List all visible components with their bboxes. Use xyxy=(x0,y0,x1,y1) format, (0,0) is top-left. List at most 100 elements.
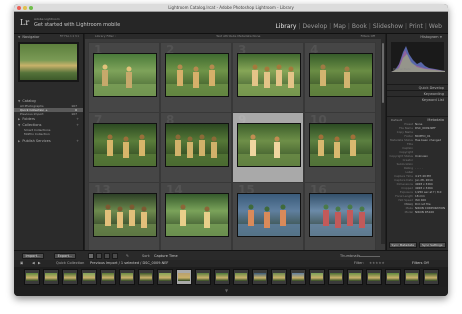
painter-icon[interactable]: ✎ xyxy=(126,254,129,258)
add-publish-service-icon[interactable]: + xyxy=(76,138,79,144)
grid-cell[interactable]: 8 xyxy=(160,112,232,184)
grid-cell[interactable]: 13 xyxy=(88,182,160,254)
photo-content xyxy=(166,64,228,96)
grid-cell[interactable]: 16 xyxy=(304,182,376,254)
photo-thumbnail[interactable] xyxy=(93,193,157,237)
metadata-row[interactable]: Model NIKON D5100 xyxy=(387,210,448,214)
navigator-preview[interactable] xyxy=(18,42,79,82)
filmstrip-thumbnail[interactable] xyxy=(81,269,97,285)
secondary-display-icon[interactable]: ▣ xyxy=(20,260,23,267)
photo-thumbnail[interactable] xyxy=(93,53,157,97)
module-print[interactable]: Print xyxy=(407,23,425,30)
module-picker: Library | Develop | Map | Book | Slideshow | … xyxy=(273,20,444,32)
expand-triangle-icon: ▼ xyxy=(18,35,21,39)
module-library[interactable]: Library xyxy=(273,23,298,30)
lightroom-logo: Lr xyxy=(20,18,30,27)
filmstrip-thumbnail[interactable] xyxy=(328,269,344,285)
module-web[interactable]: Web xyxy=(427,23,444,30)
grid-scrollbar[interactable] xyxy=(381,39,385,244)
loupe-view-icon[interactable] xyxy=(96,253,102,259)
grid-cell[interactable]: 2 xyxy=(160,42,232,114)
navigator-zoom-options[interactable]: FIT FILL 1:1 3:1 xyxy=(60,34,79,40)
filmstrip-thumbnail[interactable] xyxy=(404,269,420,285)
filmstrip-back-icon[interactable]: ◀ xyxy=(32,260,35,267)
photo-thumbnail[interactable] xyxy=(165,53,229,97)
photo-thumbnail[interactable] xyxy=(309,53,373,97)
filmstrip-thumbnail-image xyxy=(102,273,114,281)
filmstrip-thumbnail[interactable] xyxy=(214,269,230,285)
filmstrip-thumbnail[interactable] xyxy=(100,269,116,285)
photo-thumbnail[interactable] xyxy=(165,193,229,237)
photo-thumbnail[interactable] xyxy=(309,123,373,167)
sort-dropdown[interactable]: Capture Time xyxy=(154,254,178,258)
filmstrip-thumbnail[interactable] xyxy=(385,269,401,285)
quick-develop-label: Quick Develop xyxy=(418,86,444,90)
module-map[interactable]: Map xyxy=(331,23,348,30)
filmstrip-thumbnail[interactable] xyxy=(347,269,363,285)
photo-thumbnail[interactable] xyxy=(309,193,373,237)
filmstrip-thumbnail[interactable] xyxy=(119,269,135,285)
compare-view-icon[interactable] xyxy=(104,253,110,259)
filmstrip-forward-icon[interactable]: ▶ xyxy=(38,260,41,267)
photo-thumbnail[interactable] xyxy=(237,193,301,237)
collection-item-mopho[interactable]: MoPho Collection xyxy=(14,132,83,136)
photo-thumbnail[interactable] xyxy=(165,123,229,167)
photo-thumbnail[interactable] xyxy=(237,53,301,97)
grid-scrollbar-thumb[interactable] xyxy=(382,43,384,103)
photo-content xyxy=(310,134,372,166)
publish-services-header[interactable]: ▶ Publish Services + xyxy=(14,138,83,144)
filmstrip-thumbnail[interactable] xyxy=(176,269,192,285)
grid-view-icon[interactable] xyxy=(88,253,94,259)
filmstrip-thumbnail[interactable] xyxy=(43,269,59,285)
filmstrip-thumbnail[interactable] xyxy=(233,269,249,285)
histogram: Original Photo xyxy=(391,42,445,72)
grid-cell[interactable]: 4 xyxy=(304,42,376,114)
navigator-header[interactable]: ▼ Navigator FIT FILL 1:1 3:1 xyxy=(14,34,83,40)
filmstrip-thumbnail[interactable] xyxy=(252,269,268,285)
window-title: Lightroom Catalog.lrcat - Adobe Photosho… xyxy=(168,5,294,10)
sync-metadata-button[interactable]: Sync Metadata xyxy=(389,242,417,248)
filmstrip-thumbnail-image xyxy=(406,273,418,281)
collapse-triangle-icon: ▶ xyxy=(18,139,21,143)
survey-view-icon[interactable] xyxy=(112,253,118,259)
grid-cell[interactable]: 10 xyxy=(304,112,376,184)
module-develop[interactable]: Develop xyxy=(300,23,329,30)
module-slideshow[interactable]: Slideshow xyxy=(371,23,405,30)
import-button[interactable]: Import... xyxy=(22,253,44,259)
filmstrip-thumbnail[interactable] xyxy=(271,269,287,285)
rating-filter-stars[interactable]: ★★★★★ xyxy=(369,260,385,267)
identity-mobile-link[interactable]: Get started with Lightroom mobile xyxy=(34,22,120,28)
filmstrip-thumbnail[interactable] xyxy=(24,269,40,285)
filmstrip-thumbnail[interactable] xyxy=(366,269,382,285)
source-path[interactable]: Previous Import / 1 selected / DSC_0009.… xyxy=(90,260,168,267)
sync-settings-button[interactable]: Sync Settings xyxy=(418,242,446,248)
collection-item-label: MoPho Collection xyxy=(24,132,50,136)
filmstrip-thumbnail[interactable] xyxy=(290,269,306,285)
grid-cell[interactable]: 1 xyxy=(88,42,160,114)
filmstrip-thumbnail[interactable] xyxy=(138,269,154,285)
quick-collection-label[interactable]: Quick Collection xyxy=(56,260,84,267)
grid-cell[interactable]: 14 xyxy=(160,182,232,254)
collapse-triangle-icon: ▶ xyxy=(18,117,21,121)
filmstrip-thumbnail[interactable] xyxy=(309,269,325,285)
grid-cell[interactable]: 3 xyxy=(232,42,304,114)
library-filter-options[interactable]: Text Attribute Metadata None xyxy=(216,34,260,39)
grid-cell[interactable]: 7 xyxy=(88,112,160,184)
module-book[interactable]: Book xyxy=(350,23,369,30)
grid-cell[interactable]: 9 xyxy=(232,112,304,184)
thumbnail-size-slider[interactable] xyxy=(360,256,380,257)
filmstrip-thumbnail-image xyxy=(45,273,57,281)
photo-thumbnail[interactable] xyxy=(93,123,157,167)
collapse-bottom-panel-icon[interactable]: ▼ xyxy=(225,288,228,293)
library-filter-preset[interactable]: Filters Off xyxy=(361,34,375,39)
filmstrip-thumbnail[interactable] xyxy=(195,269,211,285)
photo-thumbnail[interactable] xyxy=(237,123,301,167)
histogram-header[interactable]: Histogram ▼ xyxy=(387,34,448,40)
filter-preset-dropdown[interactable]: Filters Off xyxy=(412,260,429,267)
filmstrip-thumbnail[interactable] xyxy=(423,269,439,285)
filmstrip-thumbnail[interactable] xyxy=(157,269,173,285)
grid-cell[interactable]: 15 xyxy=(232,182,304,254)
filmstrip-thumbnail[interactable] xyxy=(62,269,78,285)
export-button[interactable]: Export... xyxy=(54,253,76,259)
add-collection-icon[interactable]: + xyxy=(76,122,79,128)
